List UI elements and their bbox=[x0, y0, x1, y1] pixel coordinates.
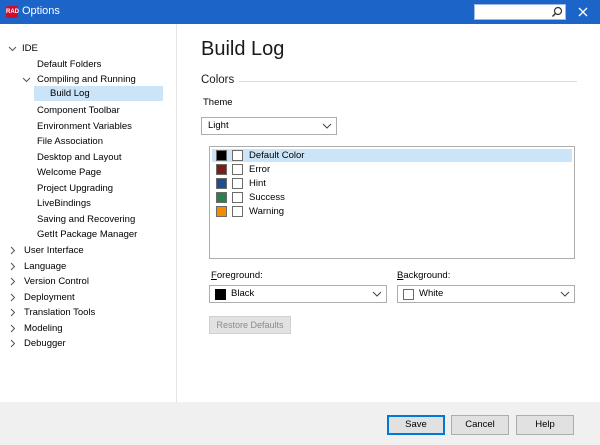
tree-item-livebindings[interactable]: LiveBindings bbox=[37, 196, 91, 211]
list-item-warning[interactable]: Warning bbox=[212, 205, 572, 218]
theme-value: Light bbox=[208, 120, 229, 131]
tree-item-desktop-and-layout[interactable]: Desktop and Layout bbox=[37, 150, 122, 165]
background-value: White bbox=[419, 288, 444, 299]
tree-item-translation-tools[interactable]: Translation Tools bbox=[24, 305, 95, 320]
tree-item-environment-variables[interactable]: Environment Variables bbox=[37, 119, 132, 134]
options-tree: IDE Default Folders Compiling and Runnin… bbox=[0, 24, 176, 402]
chevron-right-icon[interactable] bbox=[8, 293, 17, 302]
help-button[interactable]: Help bbox=[516, 415, 574, 435]
list-item-label: Error bbox=[249, 164, 271, 175]
chevron-down-icon[interactable] bbox=[8, 44, 17, 53]
list-item-label: Success bbox=[249, 192, 285, 203]
list-item-label: Default Color bbox=[249, 150, 305, 161]
foreground-dropdown[interactable]: Black bbox=[209, 285, 387, 303]
chevron-right-icon[interactable] bbox=[8, 246, 17, 255]
tree-item-language[interactable]: Language bbox=[24, 259, 66, 274]
options-search-input[interactable] bbox=[477, 6, 547, 18]
tree-item-deployment[interactable]: Deployment bbox=[24, 290, 75, 305]
color-swatch bbox=[216, 178, 227, 189]
list-item-success[interactable]: Success bbox=[212, 191, 572, 204]
list-item-label: Warning bbox=[249, 206, 285, 217]
color-swatch bbox=[216, 192, 227, 203]
tree-item-compiling-and-running[interactable]: Compiling and Running bbox=[37, 72, 136, 87]
dialog-footer: Save Cancel Help bbox=[0, 402, 600, 445]
chevron-right-icon[interactable] bbox=[8, 339, 17, 348]
tree-item-modeling[interactable]: Modeling bbox=[24, 321, 63, 336]
title-bar: RAD Options bbox=[0, 0, 600, 24]
background-swatch bbox=[232, 192, 243, 203]
section-divider bbox=[239, 81, 577, 82]
list-item-default-color[interactable]: Default Color bbox=[212, 149, 572, 162]
tree-item-build-log[interactable]: Build Log bbox=[34, 86, 163, 101]
chevron-right-icon[interactable] bbox=[8, 308, 17, 317]
tree-item-component-toolbar[interactable]: Component Toolbar bbox=[37, 103, 120, 118]
tree-item-ide[interactable]: IDE bbox=[22, 41, 38, 56]
chevron-right-icon[interactable] bbox=[8, 277, 17, 286]
chevron-right-icon[interactable] bbox=[8, 262, 17, 271]
chevron-down-icon bbox=[560, 291, 570, 297]
tree-item-version-control[interactable]: Version Control bbox=[24, 274, 89, 289]
background-swatch bbox=[232, 164, 243, 175]
options-search-box[interactable] bbox=[474, 4, 566, 20]
options-page: Build Log Colors Theme Light Default Col… bbox=[177, 24, 600, 402]
background-swatch bbox=[232, 150, 243, 161]
tree-item-debugger[interactable]: Debugger bbox=[24, 336, 66, 351]
window-title: Options bbox=[22, 5, 60, 17]
tree-item-welcome-page[interactable]: Welcome Page bbox=[37, 165, 101, 180]
close-icon[interactable] bbox=[574, 4, 592, 20]
foreground-color-swatch bbox=[215, 289, 226, 300]
list-item-hint[interactable]: Hint bbox=[212, 177, 572, 190]
page-title: Build Log bbox=[201, 38, 285, 60]
tree-item-getit-package-manager[interactable]: GetIt Package Manager bbox=[37, 227, 137, 242]
background-color-swatch bbox=[403, 289, 414, 300]
background-dropdown[interactable]: White bbox=[397, 285, 575, 303]
chevron-right-icon[interactable] bbox=[8, 324, 17, 333]
color-swatch bbox=[216, 164, 227, 175]
theme-dropdown[interactable]: Light bbox=[201, 117, 337, 135]
cancel-button[interactable]: Cancel bbox=[451, 415, 509, 435]
foreground-value: Black bbox=[231, 288, 255, 299]
tree-item-file-association[interactable]: File Association bbox=[37, 134, 103, 149]
tree-item-project-upgrading[interactable]: Project Upgrading bbox=[37, 181, 113, 196]
tree-item-user-interface[interactable]: User Interface bbox=[24, 243, 84, 258]
color-swatch bbox=[216, 150, 227, 161]
color-element-list[interactable]: Default Color Error Hint Success Warning bbox=[209, 146, 575, 259]
background-swatch bbox=[232, 178, 243, 189]
tree-item-saving-and-recovering[interactable]: Saving and Recovering bbox=[37, 212, 135, 227]
background-label: Background: bbox=[397, 270, 451, 281]
search-icon[interactable] bbox=[551, 6, 563, 18]
color-swatch bbox=[216, 206, 227, 217]
save-button[interactable]: Save bbox=[387, 415, 445, 435]
section-title-colors: Colors bbox=[201, 74, 235, 86]
list-item-error[interactable]: Error bbox=[212, 163, 572, 176]
theme-label: Theme bbox=[203, 97, 233, 108]
tree-item-default-folders[interactable]: Default Folders bbox=[37, 57, 101, 72]
chevron-down-icon bbox=[372, 291, 382, 297]
list-item-label: Hint bbox=[249, 178, 266, 189]
background-swatch bbox=[232, 206, 243, 217]
restore-defaults-button[interactable]: Restore Defaults bbox=[209, 316, 291, 334]
chevron-down-icon[interactable] bbox=[22, 75, 31, 84]
app-logo-icon: RAD bbox=[6, 6, 19, 18]
foreground-label: Foreground: bbox=[211, 270, 263, 281]
chevron-down-icon bbox=[322, 123, 332, 129]
